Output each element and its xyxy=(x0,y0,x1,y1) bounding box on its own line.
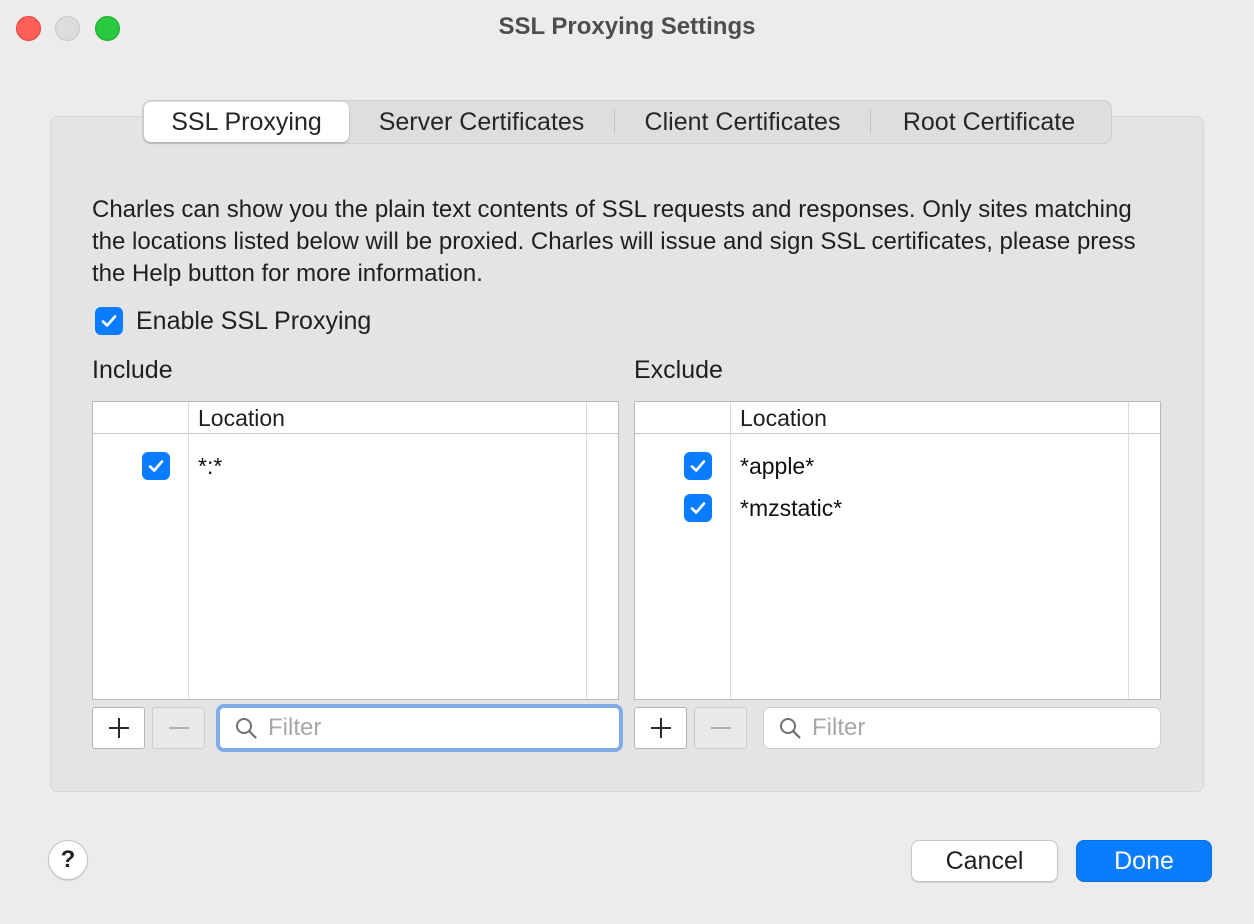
minus-icon xyxy=(168,727,189,729)
exclude-add-button[interactable] xyxy=(634,707,687,749)
include-label: Include xyxy=(92,356,173,384)
search-icon xyxy=(236,718,257,739)
exclude-table: Location *apple* *mzstatic* xyxy=(634,401,1161,700)
plus-icon xyxy=(108,718,129,738)
enable-ssl-proxying-checkbox[interactable] xyxy=(95,307,123,335)
plus-icon xyxy=(650,718,671,738)
exclude-row-checkbox[interactable] xyxy=(684,452,712,480)
exclude-location-column-header[interactable]: Location xyxy=(740,405,827,432)
table-row[interactable]: *apple* xyxy=(635,445,1160,487)
checkmark-icon xyxy=(101,315,117,327)
window-title: SSL Proxying Settings xyxy=(498,13,756,40)
exclude-table-header: Location xyxy=(635,402,1160,434)
tab-bar: SSL Proxying Server Certificates Client … xyxy=(142,100,1112,144)
checkmark-icon xyxy=(690,460,706,472)
include-add-button[interactable] xyxy=(92,707,145,749)
cancel-button[interactable]: Cancel xyxy=(911,840,1058,882)
done-button[interactable]: Done xyxy=(1076,840,1212,882)
checkmark-icon xyxy=(690,502,706,514)
exclude-location-cell: *mzstatic* xyxy=(740,495,843,521)
include-location-column-header[interactable]: Location xyxy=(198,405,285,432)
checkmark-icon xyxy=(148,460,164,472)
description-text: Charles can show you the plain text cont… xyxy=(92,196,1136,287)
include-row-checkbox[interactable] xyxy=(142,452,170,480)
include-location-cell: *:* xyxy=(198,453,223,479)
tab-ssl-proxying[interactable]: SSL Proxying xyxy=(144,102,349,142)
minus-icon xyxy=(710,727,731,729)
enable-ssl-proxying-row[interactable]: Enable SSL Proxying xyxy=(95,306,371,336)
include-table-header: Location xyxy=(93,402,618,434)
tab-client-certificates[interactable]: Client Certificates xyxy=(615,102,870,142)
table-row[interactable]: *:* xyxy=(93,445,618,487)
exclude-filter-input[interactable] xyxy=(812,714,1112,742)
tab-server-certificates[interactable]: Server Certificates xyxy=(349,102,614,142)
exclude-row-checkbox[interactable] xyxy=(684,494,712,522)
include-filter-input[interactable] xyxy=(268,714,568,742)
exclude-label: Exclude xyxy=(634,356,723,384)
include-filter-field[interactable] xyxy=(216,704,623,752)
exclude-remove-button[interactable] xyxy=(694,707,747,749)
ssl-proxying-settings-window: SSL Proxying Settings SSL Proxying Serve… xyxy=(0,0,1254,924)
enable-ssl-proxying-label: Enable SSL Proxying xyxy=(136,306,372,335)
exclude-filter-field[interactable] xyxy=(763,707,1161,749)
include-table: Location *:* xyxy=(92,401,619,700)
title-bar: SSL Proxying Settings xyxy=(0,0,1254,56)
include-remove-button[interactable] xyxy=(152,707,205,749)
tab-root-certificate[interactable]: Root Certificate xyxy=(871,102,1107,142)
help-button[interactable]: ? xyxy=(48,840,88,880)
exclude-location-cell: *apple* xyxy=(740,453,815,479)
table-row[interactable]: *mzstatic* xyxy=(635,487,1160,529)
search-icon xyxy=(780,718,801,739)
